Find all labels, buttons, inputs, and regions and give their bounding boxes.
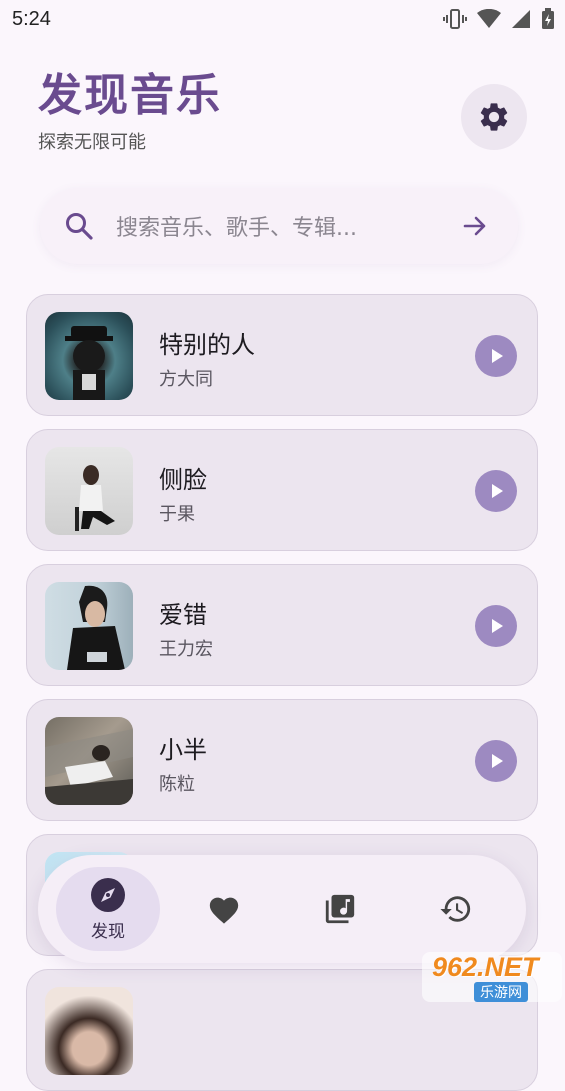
status-time: 5:24: [12, 7, 51, 30]
song-artist: 方大同: [159, 369, 213, 390]
history-icon: [440, 896, 471, 922]
music-library-icon: [325, 894, 355, 924]
nav-item-library[interactable]: [288, 867, 392, 951]
nav-label: 发现: [91, 921, 125, 942]
nav-item-history[interactable]: [404, 867, 508, 951]
play-button[interactable]: [475, 605, 517, 647]
play-icon: [492, 349, 503, 363]
play-button[interactable]: [475, 335, 517, 377]
song-title: 侧脸: [159, 466, 207, 494]
album-cover: [45, 447, 133, 535]
song-artist: 于果: [159, 504, 195, 525]
album-cover: [45, 717, 133, 805]
song-title: 特别的人: [159, 331, 255, 359]
page-subtitle: 探索无限可能: [38, 132, 146, 154]
search-bar[interactable]: 搜索音乐、歌手、专辑...: [40, 188, 518, 264]
song-title: 爱错: [159, 601, 207, 629]
arrow-right-icon[interactable]: [462, 214, 488, 238]
play-icon: [492, 754, 503, 768]
bottom-nav: 发现: [38, 855, 526, 963]
play-icon: [492, 484, 503, 498]
song-card[interactable]: 小半 陈粒: [26, 699, 538, 821]
battery-icon: [542, 8, 554, 29]
song-card[interactable]: 特别的人 方大同: [26, 294, 538, 416]
status-bar: 5:24: [0, 0, 565, 38]
nav-item-favorites[interactable]: [172, 867, 276, 951]
settings-button[interactable]: [461, 84, 527, 150]
play-icon: [492, 619, 503, 633]
compass-icon: [91, 877, 125, 912]
vibrate-icon: [443, 9, 467, 29]
song-artist: 王力宏: [159, 639, 213, 660]
album-cover: [45, 312, 133, 400]
nav-item-discover[interactable]: 发现: [56, 867, 160, 951]
watermark-top: 962.NET: [432, 952, 539, 982]
watermark-bottom: 乐游网: [474, 982, 528, 1002]
search-icon: [64, 211, 94, 241]
page-title: 发现音乐: [38, 70, 222, 121]
gear-icon: [480, 103, 508, 131]
search-input[interactable]: 搜索音乐、歌手、专辑...: [116, 210, 462, 242]
play-button[interactable]: [475, 470, 517, 512]
song-artist: 陈粒: [159, 774, 195, 795]
page-header: 发现音乐 探索无限可能: [38, 70, 222, 154]
wifi-icon: [477, 9, 501, 28]
song-card[interactable]: 侧脸 于果: [26, 429, 538, 551]
status-icons: [443, 8, 555, 30]
watermark-logo: 962.NET 乐游网: [422, 952, 562, 1002]
signal-icon: [512, 10, 530, 28]
album-cover: [45, 582, 133, 670]
song-card[interactable]: 爱错 王力宏: [26, 564, 538, 686]
heart-icon: [209, 897, 239, 924]
song-title: 小半: [159, 736, 207, 764]
album-cover: [45, 987, 133, 1075]
play-button[interactable]: [475, 740, 517, 782]
